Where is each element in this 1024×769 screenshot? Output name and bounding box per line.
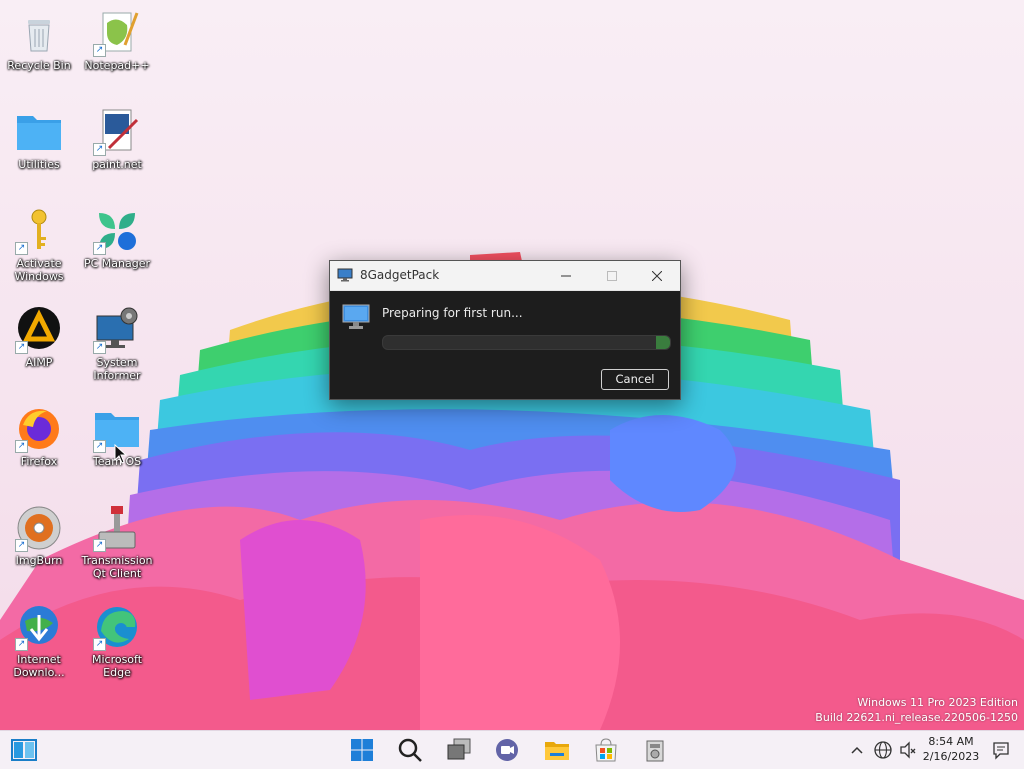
desktop-icon-paint-net[interactable]: ↗ paint.net [79,108,155,171]
desktop-icon-label: Microsoft Edge [91,653,143,679]
dialog-titlebar[interactable]: 8GadgetPack [330,261,680,291]
shortcut-arrow-icon: ↗ [15,440,28,453]
app-monitor-icon [337,268,353,282]
mouse-cursor-icon [114,444,128,464]
watermark-build: Build 22621.ni_release.220506-1250 [815,711,1018,724]
desktop-icon-microsoft-edge[interactable]: ↗ Microsoft Edge [79,603,155,679]
internet-download-manager-icon: ↗ [15,603,63,651]
desktop-icon-label: Recycle Bin [7,59,71,72]
desktop-icon-internet-download-manager[interactable]: ↗ Internet Downlo... [1,603,77,679]
recycle-bin-icon [15,9,63,57]
teams-chat-icon [496,739,518,761]
cancel-button[interactable]: Cancel [601,369,669,390]
teams-chat-button[interactable] [492,735,522,765]
task-view-button[interactable] [444,735,474,765]
taskbar: 8:54 AM 2/16/2023 [0,730,1024,769]
shortcut-arrow-icon: ↗ [15,638,28,651]
clock-time: 8:54 AM [928,735,974,748]
shortcut-arrow-icon: ↗ [93,539,106,552]
show-hidden-icons-chevron-icon[interactable] [850,743,864,757]
windows-logo-icon [351,739,373,761]
shortcut-arrow-icon: ↗ [93,638,106,651]
volume-muted-icon[interactable] [898,740,918,760]
shortcut-arrow-icon: ↗ [93,143,106,156]
imgburn-icon: ↗ [15,504,63,552]
taskbar-clock[interactable]: 8:54 AM 2/16/2023 [918,734,984,764]
system-informer-icon: ↗ [93,306,141,354]
pc-manager-icon: ↗ [93,207,141,255]
clock-date: 2/16/2023 [922,750,980,763]
desktop-icon-label: paint.net [92,158,142,171]
desktop-icon-label: Activate Windows [14,257,64,283]
desktop-icon-utilities[interactable]: Utilities [1,108,77,171]
shortcut-arrow-icon: ↗ [15,242,28,255]
firefox-icon: ↗ [15,405,63,453]
transmission-icon: ↗ [93,504,141,552]
installer-app-icon [646,740,664,762]
desktop-icon-pc-manager[interactable]: ↗ PC Manager [79,207,155,270]
shortcut-arrow-icon: ↗ [93,440,106,453]
desktop-icon-label: Notepad++ [84,59,150,72]
widgets-button[interactable] [9,735,39,765]
close-icon [651,270,663,281]
progress-bar [382,335,671,350]
desktop-icon-aimp[interactable]: ↗ AIMP [1,306,77,369]
desktop-icon-label: AIMP [25,356,53,369]
key-icon: ↗ [15,207,63,255]
paint-net-icon: ↗ [93,108,141,156]
microsoft-store-button[interactable] [591,735,621,765]
desktop-icon-recycle-bin[interactable]: Recycle Bin [1,9,77,72]
desktop-icon-label: Utilities [18,158,60,171]
desktop-icon-label: ImgBurn [15,554,63,567]
desktop-icon-activate-windows[interactable]: ↗ Activate Windows [1,207,77,283]
close-button[interactable] [634,261,680,290]
edge-icon: ↗ [93,603,141,651]
notification-center-icon[interactable] [991,740,1011,760]
shortcut-arrow-icon: ↗ [15,341,28,354]
notepad-plus-plus-icon: ↗ [93,9,141,57]
desktop-icon-label: Firefox [20,455,58,468]
gadgetpack-dialog: 8GadgetPack Preparing for first run... C… [329,260,681,400]
folder-icon [15,108,63,156]
minimize-button[interactable] [543,261,589,290]
microsoft-store-icon [595,738,617,762]
network-globe-icon[interactable] [873,740,893,760]
file-explorer-icon [545,742,569,760]
minimize-icon [561,275,571,276]
status-message: Preparing for first run... [382,306,523,320]
maximize-icon [607,270,617,281]
desktop-icon-label: Internet Downlo... [13,653,65,679]
shortcut-arrow-icon: ↗ [93,341,106,354]
desktop-icon-transmission[interactable]: ↗ Transmission Qt Client [79,504,155,580]
file-explorer-button[interactable] [542,735,572,765]
computer-setup-icon [342,304,370,329]
desktop-icon-notepad-plus-plus[interactable]: ↗ Notepad++ [79,9,155,72]
search-button[interactable] [395,735,425,765]
progress-bar-fill [655,336,670,349]
start-button[interactable] [347,735,377,765]
widgets-icon [11,739,37,761]
shortcut-arrow-icon: ↗ [93,44,106,57]
desktop-icon-imgburn[interactable]: ↗ ImgBurn [1,504,77,567]
watermark-edition: Windows 11 Pro 2023 Edition [857,696,1018,709]
windows-watermark: Windows 11 Pro 2023 Edition Build 22621.… [815,695,1018,725]
dialog-title: 8GadgetPack [360,268,440,282]
shortcut-arrow-icon: ↗ [15,539,28,552]
maximize-button[interactable] [589,261,635,290]
task-view-icon [447,738,471,760]
installer-app-button[interactable] [640,735,670,765]
desktop-icon-label: PC Manager [83,257,151,270]
aimp-icon: ↗ [15,306,63,354]
desktop-icon-system-informer[interactable]: ↗ System Informer [79,306,155,382]
desktop-icon-label: System Informer [93,356,141,382]
search-icon [398,738,422,762]
desktop-icon-firefox[interactable]: ↗ Firefox [1,405,77,468]
desktop-icon-label: Transmission Qt Client [81,554,153,580]
shortcut-arrow-icon: ↗ [93,242,106,255]
